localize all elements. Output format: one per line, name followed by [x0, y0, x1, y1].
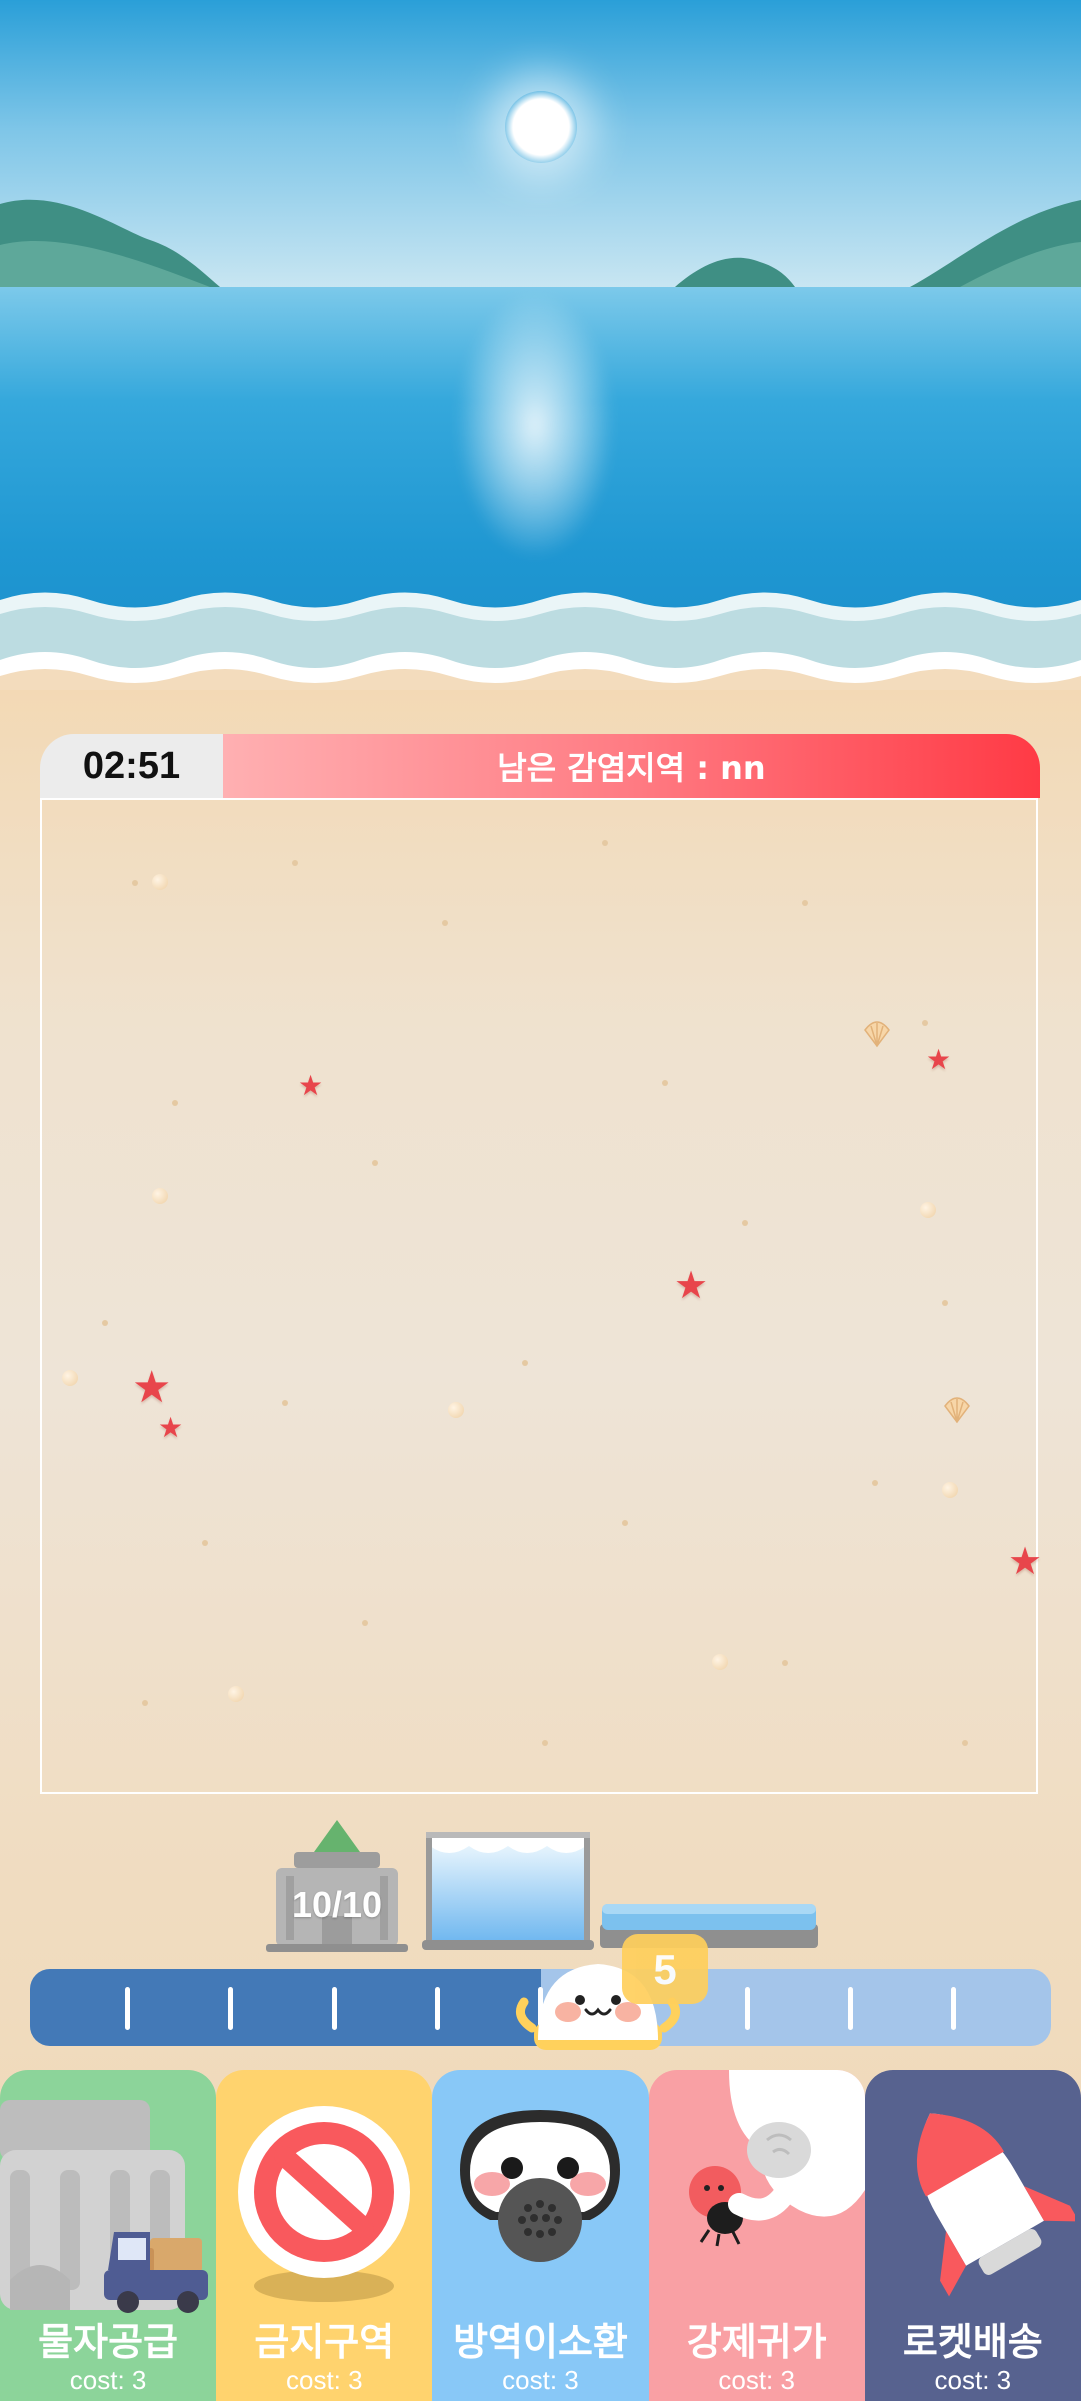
- starfish: ★: [674, 1263, 709, 1307]
- sand-grain: [172, 1100, 178, 1106]
- card-cost: cost: 3: [69, 2365, 147, 2395]
- sand-grain: [622, 1520, 628, 1526]
- infected-zones-remaining: 남은 감염지역 : nn: [223, 734, 1040, 798]
- gauge-tick: [951, 1987, 956, 2030]
- sand-grain: [922, 1020, 928, 1026]
- sand-grain: [372, 1160, 378, 1166]
- pebble: [152, 874, 168, 890]
- sand-grain: [132, 880, 138, 886]
- pebble: [920, 1202, 936, 1218]
- sand-grain: [872, 1480, 878, 1486]
- sand-grain: [292, 860, 298, 866]
- card-cost: cost: 3: [718, 2365, 795, 2395]
- sun: [505, 91, 577, 163]
- pebble: [228, 1686, 244, 1702]
- pebble: [62, 1370, 78, 1386]
- gauge-tick: [745, 1987, 750, 2030]
- gauge-value: 5: [653, 1946, 677, 1993]
- gauge-tick: [435, 1987, 440, 2030]
- action-card-row: 물자공급 cost: 3 금지구역 cost: 3 방역이소환 cost: 3 …: [0, 2070, 1081, 2401]
- starfish: ★: [298, 1069, 324, 1102]
- gauge-value-badge: 5: [622, 1934, 708, 2004]
- prohibited-icon: [238, 2106, 411, 2302]
- sand-grain: [142, 1700, 148, 1706]
- sun-reflection: [455, 290, 615, 560]
- shower-structure: [422, 1832, 594, 1950]
- card-cost: cost: 3: [285, 2365, 363, 2395]
- card-label: 금지구역: [254, 2320, 395, 2364]
- sand-grain: [202, 1540, 208, 1546]
- sand-grain: [362, 1620, 368, 1626]
- card-cost: cost: 3: [502, 2365, 579, 2395]
- gauge-tick: [125, 1987, 130, 2030]
- starfish: ★: [926, 1043, 952, 1076]
- starfish: ★: [158, 1411, 184, 1444]
- card-rocket-delivery[interactable]: 로켓배송 cost: 3: [864, 2070, 1081, 2401]
- sand-grain: [802, 900, 808, 906]
- gauge-tick: [848, 1987, 853, 2030]
- pebble: [942, 1482, 958, 1498]
- rocket-icon: [916, 2113, 1075, 2297]
- card-label: 강제귀가: [686, 2320, 827, 2364]
- sand-grain: [662, 1080, 668, 1086]
- starfish: ★: [1008, 1539, 1043, 1583]
- mountains: [0, 199, 1081, 287]
- gas-mask-icon: [460, 2110, 621, 2262]
- card-label: 로켓배송: [902, 2320, 1043, 2364]
- card-quarantine-summon[interactable]: 방역이소환 cost: 3: [432, 2070, 649, 2401]
- card-label: 방역이소환: [453, 2320, 628, 2364]
- card-supply[interactable]: 물자공급 cost: 3: [0, 2070, 217, 2401]
- sand-grain: [742, 1220, 748, 1226]
- seashell: [944, 1397, 970, 1424]
- warehouse-building[interactable]: 10/10: [264, 1816, 410, 1952]
- sand-grain: [602, 840, 608, 846]
- play-field[interactable]: ★ ★ ★ ★ ★ ★: [40, 798, 1042, 1794]
- sand-grain: [102, 1320, 108, 1326]
- pebble: [448, 1402, 464, 1418]
- gauge-tick: [228, 1987, 233, 2030]
- energy-gauge-fill: [30, 1969, 541, 2046]
- pebble: [712, 1654, 728, 1670]
- sand-grain: [282, 1400, 288, 1406]
- sand-grain: [442, 920, 448, 926]
- pebble: [152, 1188, 168, 1204]
- grab-hand-icon: [688, 2070, 865, 2247]
- card-label: 물자공급: [38, 2320, 179, 2364]
- gauge-tick: [332, 1987, 337, 2030]
- sand-grain: [542, 1740, 548, 1746]
- card-no-entry-zone[interactable]: 금지구역 cost: 3: [216, 2070, 433, 2401]
- card-forced-return[interactable]: 강제귀가 cost: 3: [648, 2070, 865, 2401]
- countdown-timer: 02:51: [40, 734, 223, 798]
- sand-grain: [522, 1360, 528, 1366]
- sand-grain: [942, 1300, 948, 1306]
- card-cost: cost: 3: [934, 2365, 1012, 2395]
- starfish: ★: [132, 1362, 172, 1413]
- warehouse-capacity: 10/10: [291, 1884, 383, 1925]
- sand-grain: [962, 1740, 968, 1746]
- sand-grain: [782, 1660, 788, 1666]
- status-bar: 02:51 남은 감염지역 : nn: [40, 734, 1040, 798]
- supply-truck-icon: [0, 2100, 208, 2313]
- seashell: [864, 1021, 890, 1048]
